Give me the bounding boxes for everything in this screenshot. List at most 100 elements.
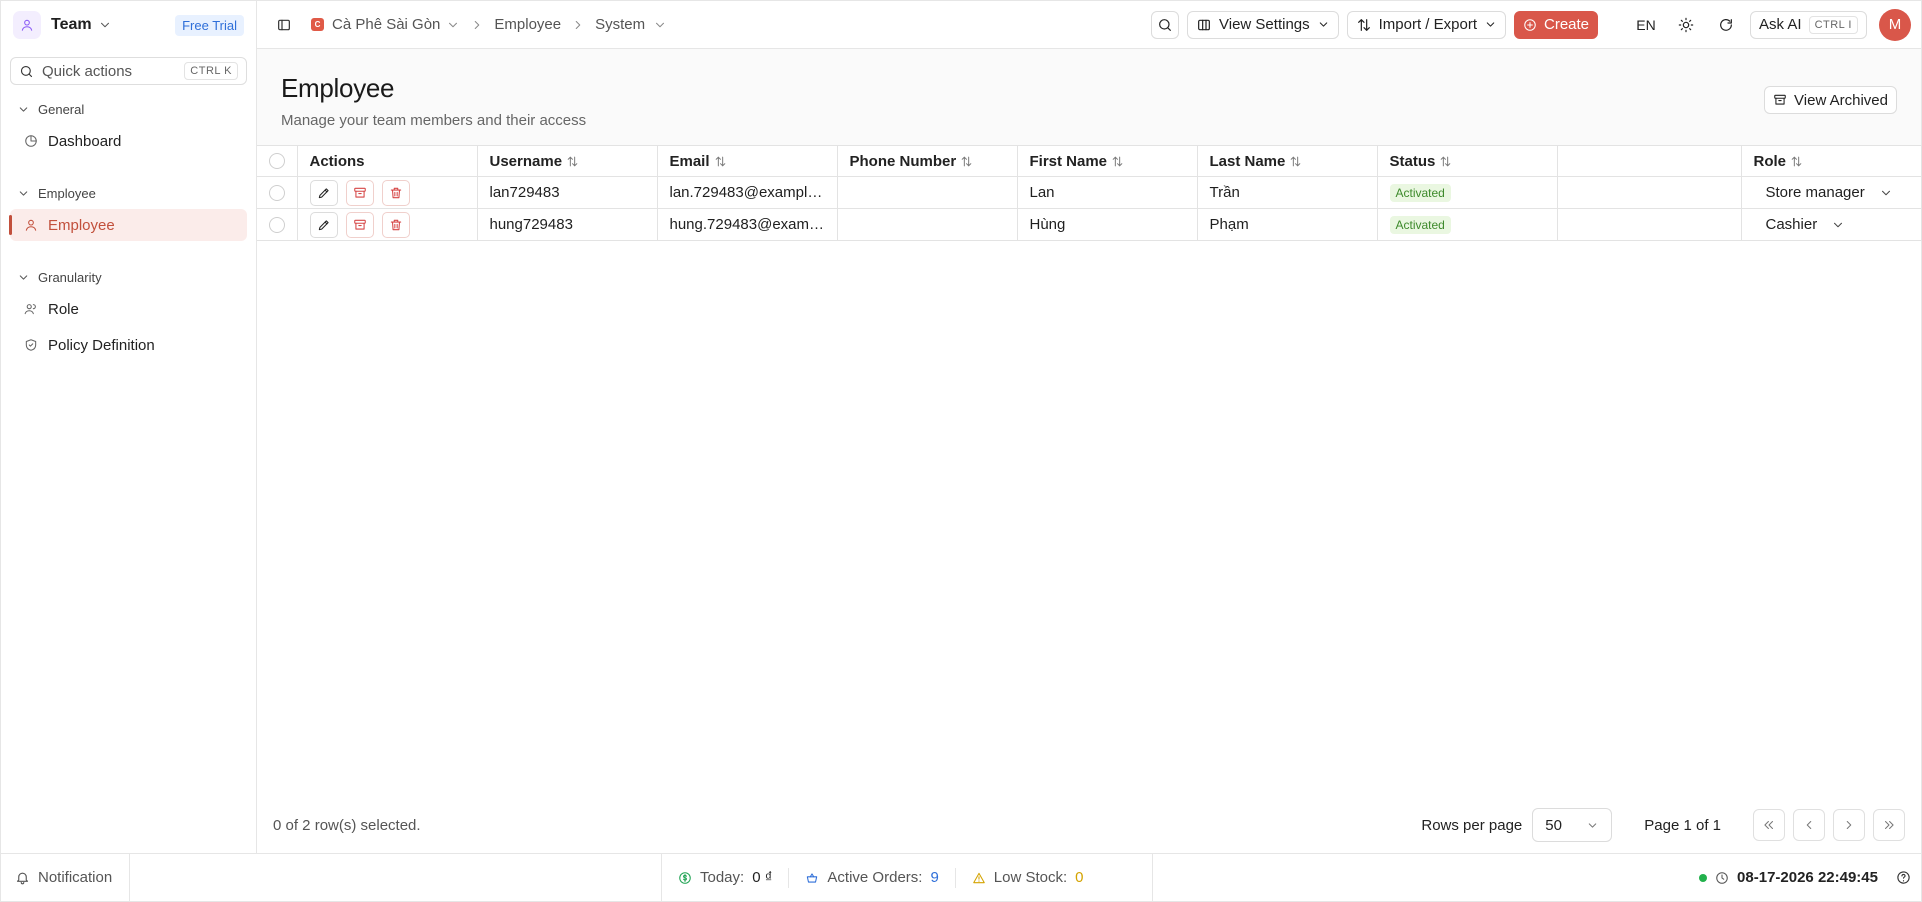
sidebar-group-toggle-granularity[interactable]: Granularity xyxy=(1,267,256,287)
view-settings-button[interactable]: View Settings xyxy=(1187,10,1339,39)
first-page-button[interactable] xyxy=(1753,809,1785,841)
online-status-dot xyxy=(1699,873,1708,882)
view-archived-button[interactable]: View Archived xyxy=(1764,86,1897,114)
breadcrumb-section[interactable]: Employee xyxy=(494,16,561,33)
search-icon xyxy=(20,65,33,77)
column-header-last-name[interactable]: Last Name xyxy=(1196,145,1378,177)
delete-button[interactable] xyxy=(381,211,410,238)
edit-button[interactable] xyxy=(309,179,338,206)
role-select-value: Cashier xyxy=(1765,216,1818,233)
import-export-button[interactable]: Import / Export xyxy=(1346,10,1506,39)
arrows-up-down-icon xyxy=(1357,18,1370,31)
selection-count: 0 of 2 row(s) selected. xyxy=(273,816,421,834)
language-button[interactable]: EN xyxy=(1630,11,1662,39)
rows-per-page-select[interactable]: 50 xyxy=(1532,808,1613,842)
dashboard-icon xyxy=(25,135,37,147)
cell-email: hung.729483@example.com xyxy=(656,208,838,241)
last-page-button[interactable] xyxy=(1873,809,1905,841)
next-page-button[interactable] xyxy=(1833,809,1865,841)
cell-username: hung729483 xyxy=(476,208,658,241)
sort-icon[interactable] xyxy=(1111,155,1124,168)
archive-button[interactable] xyxy=(345,211,374,238)
shield-icon xyxy=(25,339,37,351)
employee-table: Actions Username Email Phone Number Firs… xyxy=(257,145,1922,241)
stat-low-stock-value: 0 xyxy=(1075,869,1084,886)
role-select[interactable]: Cashier xyxy=(1754,216,1846,233)
cell-role: Cashier xyxy=(1740,208,1922,241)
quick-actions-search[interactable]: Quick actions CTRL K xyxy=(10,57,247,85)
stat-active-orders-label: Active Orders: xyxy=(827,869,923,886)
columns-icon xyxy=(1198,19,1210,30)
pencil-icon xyxy=(318,219,329,230)
stat-low-stock: Low Stock: 0 xyxy=(954,867,1100,888)
refresh-button[interactable] xyxy=(1710,11,1742,39)
sidebar-item-policy-definition[interactable]: Policy Definition xyxy=(10,329,247,361)
sidebar-group-toggle-general[interactable]: General xyxy=(1,99,256,119)
import-export-label: Import / Export xyxy=(1378,16,1477,33)
column-header-role[interactable]: Role xyxy=(1740,145,1922,177)
sidebar-item-dashboard[interactable]: Dashboard xyxy=(10,125,247,157)
row-checkbox[interactable] xyxy=(269,184,285,201)
role-select[interactable]: Store manager xyxy=(1754,184,1893,201)
user-avatar[interactable]: M xyxy=(1879,8,1911,41)
role-select-value: Store manager xyxy=(1765,184,1865,201)
trash-icon xyxy=(390,219,401,230)
panel-left-icon xyxy=(278,19,290,30)
archive-button[interactable] xyxy=(345,179,374,206)
clock: 08-17-2026 22:49:45 xyxy=(1699,869,1911,886)
select-all-checkbox[interactable] xyxy=(269,153,285,169)
ask-ai-label: Ask AI xyxy=(1759,16,1802,33)
row-checkbox[interactable] xyxy=(269,216,285,233)
prev-page-button[interactable] xyxy=(1793,809,1825,841)
sidebar-item-role[interactable]: Role xyxy=(10,293,247,325)
basket-icon xyxy=(807,872,818,883)
sidebar-group-toggle-employee[interactable]: Employee xyxy=(1,183,256,203)
team-switcher[interactable]: Team Free Trial xyxy=(1,1,256,49)
sort-icon[interactable] xyxy=(960,155,973,168)
plus-circle-icon xyxy=(1524,18,1536,31)
row-select-cell xyxy=(257,176,298,209)
theme-toggle-button[interactable] xyxy=(1670,11,1702,39)
table-row: hung729483 hung.729483@example.com Hùng … xyxy=(257,208,1922,241)
team-icon xyxy=(13,11,41,39)
sidebar-toggle-button[interactable] xyxy=(269,10,299,40)
breadcrumb-current[interactable]: System xyxy=(595,16,645,33)
search-button[interactable] xyxy=(1151,10,1180,39)
help-icon[interactable] xyxy=(1896,870,1911,885)
sun-icon xyxy=(1678,17,1694,32)
column-header-email[interactable]: Email xyxy=(656,145,838,177)
column-header-status[interactable]: Status xyxy=(1376,145,1558,177)
cell-phone xyxy=(836,208,1018,241)
chevron-down-icon[interactable] xyxy=(446,18,460,32)
rows-per-page-value: 50 xyxy=(1545,816,1562,834)
chevron-right-icon xyxy=(475,20,480,29)
sort-icon[interactable] xyxy=(714,155,727,168)
sort-icon[interactable] xyxy=(1439,155,1452,168)
sidebar-group-label: Employee xyxy=(38,185,96,201)
notification-button[interactable]: Notification xyxy=(1,854,130,901)
sidebar-item-label: Dashboard xyxy=(48,132,122,150)
sidebar-item-employee[interactable]: Employee xyxy=(9,209,247,241)
breadcrumb-org[interactable]: Cà Phê Sài Gòn xyxy=(332,16,440,33)
breadcrumb: C Cà Phê Sài Gòn Employee System xyxy=(311,16,667,33)
chevron-down-icon[interactable] xyxy=(653,18,667,32)
sort-icon[interactable] xyxy=(566,155,579,168)
sort-icon[interactable] xyxy=(1790,155,1803,168)
search-icon xyxy=(1159,18,1171,31)
sidebar-item-label: Role xyxy=(48,300,79,318)
trash-icon xyxy=(390,187,401,198)
chevron-down-icon xyxy=(1319,22,1327,27)
sidebar: Team Free Trial Quick actions CTRL K Gen… xyxy=(0,0,257,853)
sort-icon[interactable] xyxy=(1289,155,1302,168)
cell-status: Activated xyxy=(1376,176,1558,209)
ask-ai-button[interactable]: Ask AI CTRL I xyxy=(1750,10,1867,39)
delete-button[interactable] xyxy=(381,179,410,206)
column-header-username[interactable]: Username xyxy=(476,145,658,177)
cell-last-name: Phạm xyxy=(1196,208,1378,241)
sidebar-group-label: General xyxy=(38,101,85,117)
edit-button[interactable] xyxy=(309,211,338,238)
column-header-first-name[interactable]: First Name xyxy=(1016,145,1198,177)
column-header-phone-number[interactable]: Phone Number xyxy=(836,145,1018,177)
archive-icon xyxy=(353,219,366,230)
create-button[interactable]: Create xyxy=(1514,10,1599,39)
